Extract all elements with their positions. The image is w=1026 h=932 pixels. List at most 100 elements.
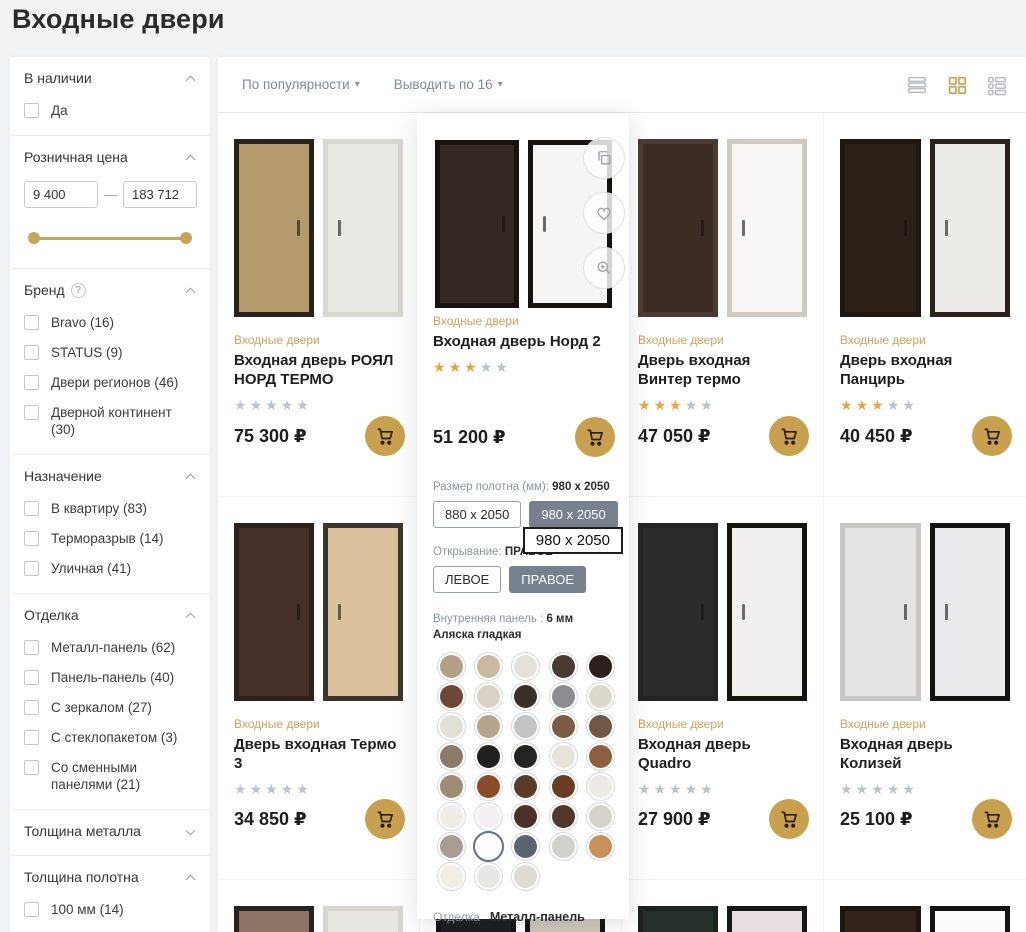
panel-swatch[interactable] [477, 655, 500, 678]
product-image[interactable] [234, 904, 403, 932]
panel-swatch[interactable] [440, 805, 463, 828]
filter-checkbox-row[interactable]: 100 мм (14) [24, 901, 196, 918]
product-image[interactable] [638, 137, 807, 317]
panel-swatch[interactable] [552, 835, 575, 858]
compact-view-button[interactable] [985, 74, 1008, 96]
checkbox[interactable] [24, 405, 39, 420]
checkbox[interactable] [24, 760, 39, 775]
panel-swatch[interactable] [477, 715, 500, 738]
chevron-down-icon[interactable] [186, 825, 196, 835]
filter-checkbox-row[interactable]: Двери регионов (46) [24, 374, 196, 391]
product-category[interactable]: Входные двери [234, 333, 403, 347]
panel-swatch[interactable] [514, 775, 537, 798]
checkbox[interactable] [24, 700, 39, 715]
panel-swatch[interactable] [552, 655, 575, 678]
price-max-input[interactable] [123, 181, 197, 208]
panel-swatch[interactable] [514, 805, 537, 828]
product-title[interactable]: Входная дверь РОЯЛ НОРД ТЕРМО [234, 351, 403, 389]
filter-checkbox-row[interactable]: В квартиру (83) [24, 500, 196, 517]
product-card[interactable]: Входные двери Входная дверь Quadro ★★★★★… [622, 497, 824, 880]
product-card[interactable]: Входные двери Дверь входная Винтер термо… [622, 113, 824, 497]
filter-checkbox-row[interactable]: Да [24, 102, 196, 119]
expanded-product-card[interactable]: Входные двери Входная дверь Норд 2 ★★★★★… [417, 113, 629, 919]
panel-swatch[interactable] [440, 715, 463, 738]
checkbox[interactable] [24, 730, 39, 745]
panel-swatch[interactable] [440, 835, 463, 858]
product-card[interactable]: Входные двери Дверь входная Панцирь ★★★★… [824, 113, 1026, 497]
slider-handle-max[interactable] [180, 232, 192, 244]
product-category[interactable]: Входные двери [234, 717, 403, 731]
panel-swatch[interactable] [589, 745, 612, 768]
panel-swatch[interactable] [514, 655, 537, 678]
add-to-cart-button[interactable] [769, 416, 809, 456]
panel-swatch[interactable] [589, 805, 612, 828]
panel-swatch[interactable] [589, 775, 612, 798]
chevron-up-icon[interactable] [186, 287, 196, 297]
product-title[interactable]: Дверь входная Панцирь [840, 351, 1010, 389]
panel-swatch[interactable] [477, 745, 500, 768]
filter-checkbox-row[interactable]: Bravo (16) [24, 314, 196, 331]
product-title[interactable]: Входная дверь Норд 2 [433, 332, 613, 351]
add-to-cart-button[interactable] [972, 416, 1012, 456]
panel-swatch[interactable] [477, 865, 500, 888]
compare-button[interactable] [583, 137, 625, 179]
panel-swatch[interactable] [440, 685, 463, 708]
quick-view-button[interactable] [583, 247, 625, 289]
product-image[interactable] [234, 521, 403, 701]
filter-checkbox-row[interactable]: STATUS (9) [24, 344, 196, 361]
section-header-metal-thickness[interactable]: Толщина металла [24, 823, 196, 839]
sort-dropdown[interactable]: По популярности▾ [242, 77, 360, 92]
panel-swatch[interactable] [514, 745, 537, 768]
opening-option-button[interactable]: ЛЕВОЕ [433, 566, 501, 593]
product-image[interactable] [840, 521, 1010, 701]
product-card[interactable]: Входные двери Дверь входная Термо 3 ★★★★… [218, 497, 420, 880]
product-title[interactable]: Дверь входная Винтер термо [638, 351, 807, 389]
list-view-button[interactable] [905, 74, 928, 96]
grid-view-button[interactable] [945, 74, 968, 96]
panel-swatch[interactable] [514, 835, 537, 858]
panel-swatch[interactable] [440, 655, 463, 678]
panel-swatch[interactable] [552, 745, 575, 768]
product-image[interactable] [638, 904, 807, 932]
size-option-button[interactable]: 980 x 2050 [529, 501, 617, 528]
product-title[interactable]: Входная дверь Quadro [638, 735, 807, 773]
add-to-cart-button[interactable] [972, 799, 1012, 839]
panel-swatch[interactable] [477, 835, 500, 858]
section-header-brand[interactable]: Бренд? [24, 282, 196, 298]
help-icon[interactable]: ? [71, 283, 86, 298]
chevron-up-icon[interactable] [186, 874, 196, 884]
product-card[interactable] [824, 880, 1026, 932]
add-to-cart-button[interactable] [365, 799, 405, 839]
product-category[interactable]: Входные двери [638, 333, 807, 347]
chevron-up-icon[interactable] [186, 154, 196, 164]
product-card[interactable]: Входные двери Входная дверь Колизей ★★★★… [824, 497, 1026, 880]
add-to-cart-button[interactable] [575, 417, 615, 457]
panel-swatch[interactable] [440, 745, 463, 768]
checkbox[interactable] [24, 375, 39, 390]
checkbox[interactable] [24, 531, 39, 546]
add-to-cart-button[interactable] [769, 799, 809, 839]
panel-swatch[interactable] [477, 775, 500, 798]
checkbox[interactable] [24, 315, 39, 330]
section-header-availability[interactable]: В наличии [24, 70, 196, 86]
product-category[interactable]: Входные двери [840, 717, 1010, 731]
section-header-finish[interactable]: Отделка [24, 607, 196, 623]
product-category[interactable]: Входные двери [638, 717, 807, 731]
filter-checkbox-row[interactable]: Панель-панель (40) [24, 669, 196, 686]
product-card[interactable] [218, 880, 420, 932]
panel-swatch[interactable] [477, 805, 500, 828]
wishlist-button[interactable] [583, 192, 625, 234]
product-category[interactable]: Входные двери [840, 333, 1010, 347]
opening-option-button[interactable]: ПРАВОЕ [509, 566, 586, 593]
panel-swatch[interactable] [589, 655, 612, 678]
product-image[interactable] [840, 137, 1010, 317]
panel-swatch[interactable] [552, 805, 575, 828]
checkbox[interactable] [24, 561, 39, 576]
checkbox[interactable] [24, 902, 39, 917]
filter-checkbox-row[interactable]: Уличная (41) [24, 560, 196, 577]
section-header-purpose[interactable]: Назначение [24, 468, 196, 484]
panel-swatch[interactable] [589, 835, 612, 858]
filter-checkbox-row[interactable]: Со сменными панелями (21) [24, 759, 196, 793]
checkbox[interactable] [24, 670, 39, 685]
panel-swatch[interactable] [589, 685, 612, 708]
